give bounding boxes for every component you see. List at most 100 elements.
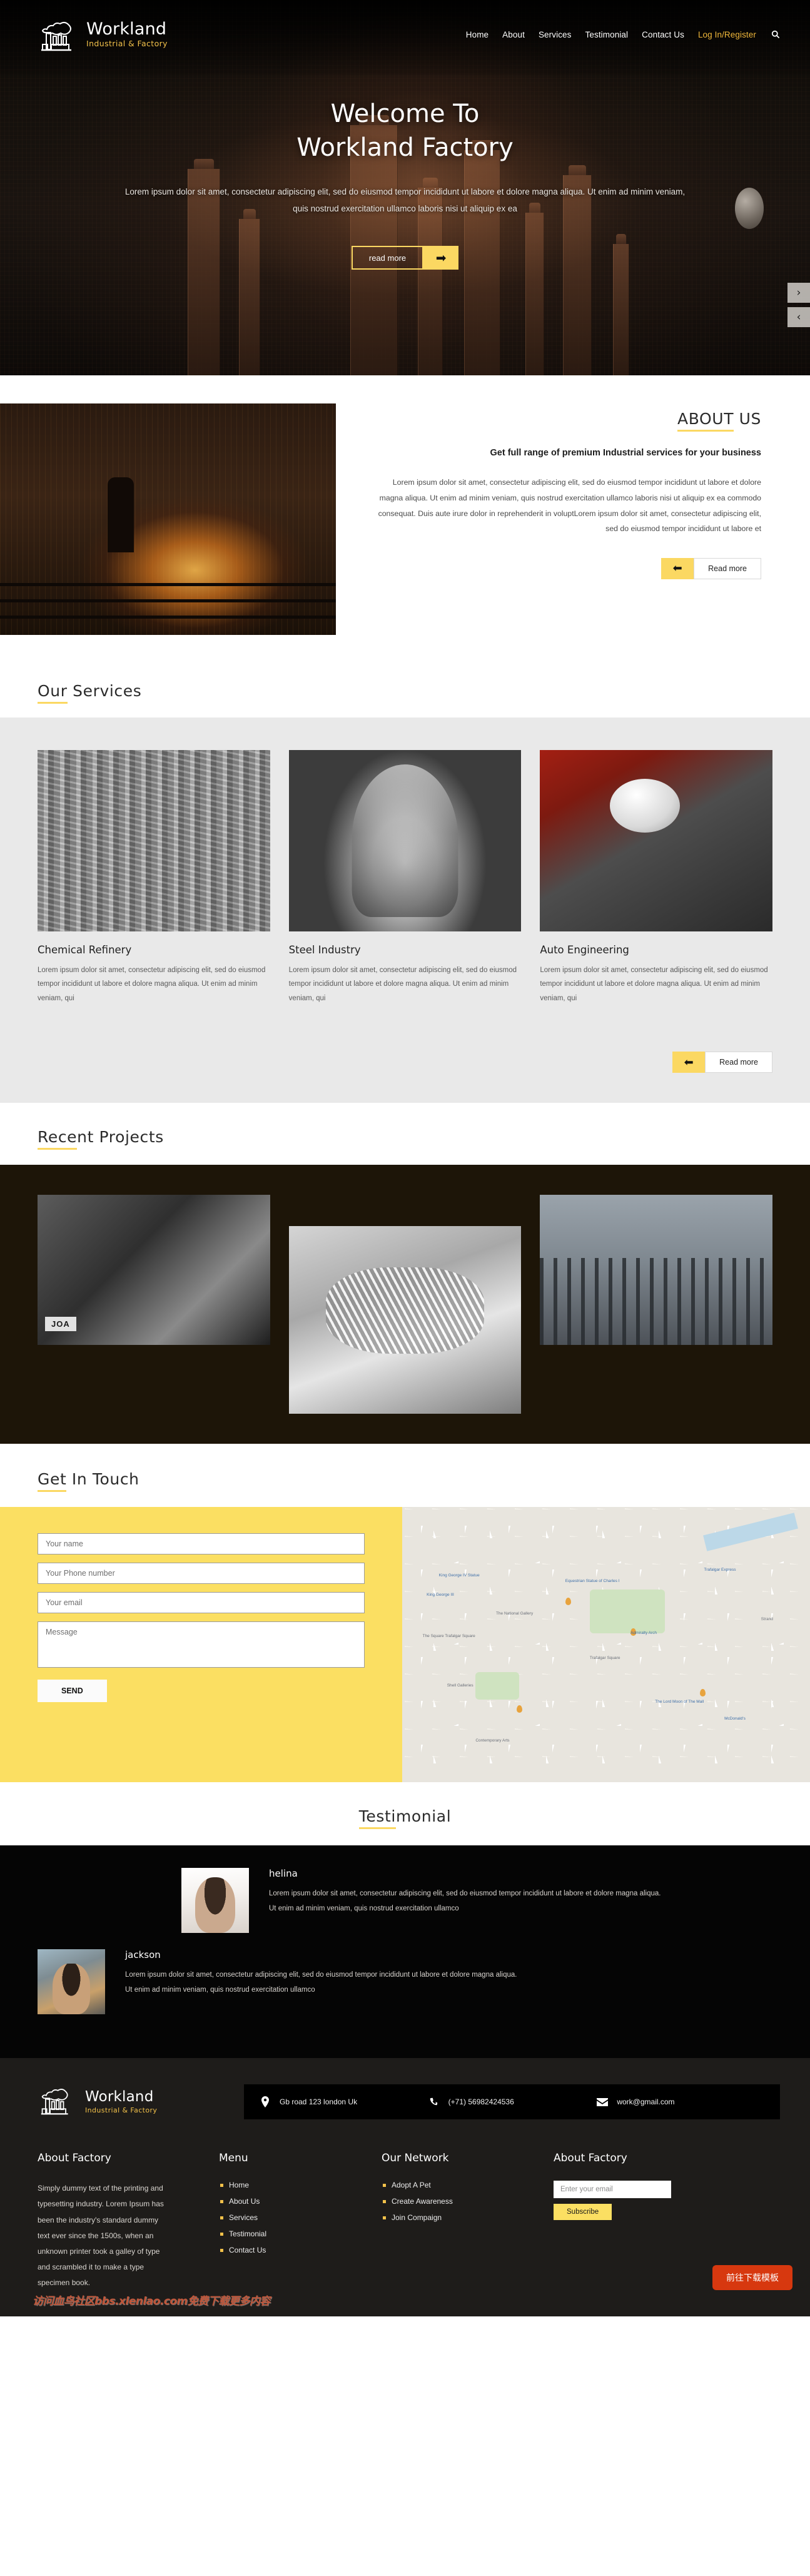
- map-label: The Square Trafalgar Square: [422, 1633, 475, 1638]
- about-image: [0, 403, 336, 635]
- footer-logo[interactable]: Workland Industrial & Factory: [38, 2084, 244, 2119]
- services-heading-rest: Services: [67, 682, 142, 700]
- map-label: Admiralty Arch: [630, 1631, 657, 1636]
- about-text-block: ABOUT US Get full range of premium Indus…: [336, 403, 810, 579]
- service-card[interactable]: Auto Engineering Lorem ipsum dolor sit a…: [540, 750, 773, 1005]
- map-label: Trafalgar Square: [589, 1655, 620, 1660]
- footer-network-item-adopt-a-pet[interactable]: Adopt A Pet: [383, 2181, 554, 2189]
- footer-menu-item-services[interactable]: Services: [220, 2213, 382, 2222]
- hero-read-more-button[interactable]: read more ➡: [351, 246, 459, 270]
- services-cta-row: ⬅ Read more: [38, 1030, 772, 1073]
- send-button[interactable]: SEND: [38, 1680, 107, 1703]
- nav-item-services[interactable]: Services: [539, 30, 572, 39]
- top-navigation-bar: Workland Industrial & Factory Home About…: [0, 0, 810, 69]
- factory-icon: [38, 17, 78, 52]
- arrow-right-icon: ➡: [423, 246, 459, 270]
- map-label: Equestrian Statue of Charles I: [565, 1578, 620, 1583]
- testimonial-author: helina: [269, 1868, 298, 1880]
- main-nav: Home About Services Testimonial Contact …: [466, 30, 780, 39]
- map-park: [589, 1590, 665, 1634]
- contact-heading-underlined: Get: [38, 1470, 67, 1493]
- projects-heading-underlined: Rece: [38, 1128, 78, 1150]
- projects-heading-rest: nt Projects: [77, 1128, 164, 1147]
- service-card[interactable]: Steel Industry Lorem ipsum dolor sit ame…: [288, 750, 522, 1005]
- testimonial-section: helina Lorem ipsum dolor sit amet, conse…: [0, 1845, 810, 2059]
- testimonial-text: Lorem ipsum dolor sit amet, consectetur …: [269, 1890, 661, 1912]
- nav-item-testimonial[interactable]: Testimonial: [585, 30, 629, 39]
- contact-email: work@gmail.com: [596, 2095, 765, 2109]
- download-template-badge[interactable]: 前往下载模板: [712, 2264, 792, 2290]
- contact-phone-value: (+71) 56982424536: [448, 2097, 514, 2107]
- email-input[interactable]: [38, 1592, 365, 1614]
- contact-heading-wrap: Get In Touch: [0, 1444, 810, 1508]
- map-label: Contemporary Arts: [475, 1738, 510, 1743]
- map-label: The Lord Moon of The Mall: [655, 1700, 704, 1705]
- about-lead-text: Get full range of premium Industrial ser…: [490, 448, 762, 458]
- services-grid: Chemical Refinery Lorem ipsum dolor sit …: [38, 750, 773, 1005]
- contact-email-value: work@gmail.com: [617, 2097, 675, 2107]
- project-thumbnail-refinery[interactable]: [540, 1195, 773, 1346]
- logo-tagline: Industrial & Factory: [86, 39, 168, 49]
- contact-heading-rest: In Touch: [66, 1470, 139, 1489]
- map-label: Trafalgar Express: [704, 1568, 736, 1573]
- footer-newsletter-title: About Factory: [554, 2152, 627, 2165]
- slider-prev-button[interactable]: ‹: [787, 307, 810, 327]
- service-image-steel-industry: [288, 750, 522, 931]
- contact-heading: Get In Touch: [38, 1470, 139, 1493]
- newsletter-email-input[interactable]: [554, 2181, 671, 2199]
- logo-title: Workland: [86, 19, 167, 39]
- services-read-more-button[interactable]: ⬅ Read more: [672, 1052, 772, 1073]
- testimonial-item: helina Lorem ipsum dolor sit amet, conse…: [38, 1868, 772, 1934]
- site-logo[interactable]: Workland Industrial & Factory: [38, 17, 168, 52]
- phone-input[interactable]: [38, 1563, 365, 1585]
- testimonial-author: jackson: [125, 1949, 161, 1961]
- testimonial-text: Lorem ipsum dolor sit amet, consectetur …: [125, 1971, 517, 1994]
- slider-next-button[interactable]: ›: [787, 283, 810, 303]
- testimonial-heading: Testimonial: [358, 1807, 452, 1830]
- footer-network-item-join-compaign[interactable]: Join Compaign: [383, 2213, 554, 2222]
- about-heading-rest: US: [734, 410, 761, 428]
- footer-logo-tagline: Industrial & Factory: [85, 2106, 158, 2115]
- project-thumbnail-engine[interactable]: [38, 1195, 270, 1346]
- about-body-text: Lorem ipsum dolor sit amet, consectetur …: [378, 478, 761, 534]
- projects-section: [0, 1165, 810, 1444]
- hero-title: Welcome To Workland Factory: [0, 97, 810, 165]
- hero-slider-controls: › ‹: [787, 283, 810, 332]
- phone-icon: [428, 2095, 440, 2109]
- nav-item-home[interactable]: Home: [466, 30, 489, 39]
- nav-item-login-register[interactable]: Log In/Register: [698, 30, 756, 39]
- about-read-more-button[interactable]: ⬅ Read more: [661, 557, 761, 579]
- subscribe-button[interactable]: Subscribe: [554, 2204, 612, 2221]
- hero-read-more-label: read more: [351, 246, 424, 270]
- footer-network-title: Our Network: [382, 2152, 449, 2165]
- service-title: Steel Industry: [288, 944, 361, 956]
- testimonial-heading-rest: monial: [395, 1807, 452, 1826]
- name-input[interactable]: [38, 1533, 365, 1555]
- footer-menu-item-home[interactable]: Home: [220, 2181, 382, 2189]
- watermark-text: 访问血鸟社区bbs.xlenlao.com免费下载更多内容: [33, 2295, 270, 2308]
- hero-title-line1: Welcome To: [330, 99, 480, 128]
- about-read-more-label: Read more: [694, 557, 761, 579]
- location-pin-icon: [259, 2095, 271, 2109]
- map-pin: [699, 1688, 706, 1696]
- footer-network-item-create-awareness[interactable]: Create Awareness: [383, 2197, 554, 2206]
- project-thumbnail-wire[interactable]: [288, 1226, 522, 1414]
- nav-item-contact-us[interactable]: Contact Us: [642, 30, 684, 39]
- location-map[interactable]: King George IV Statue King George III Th…: [402, 1507, 810, 1783]
- nav-item-about[interactable]: About: [502, 30, 525, 39]
- footer-menu-item-contact-us[interactable]: Contact Us: [220, 2246, 382, 2254]
- services-heading-underlined: Our: [38, 682, 68, 704]
- footer-about-title: About Factory: [38, 2152, 111, 2165]
- search-icon[interactable]: [771, 30, 780, 39]
- about-heading: ABOUT US: [677, 410, 761, 432]
- footer-menu-list: Home About Us Services Testimonial Conta…: [219, 2181, 382, 2254]
- service-card[interactable]: Chemical Refinery Lorem ipsum dolor sit …: [38, 750, 270, 1005]
- footer-menu-item-about-us[interactable]: About Us: [220, 2197, 382, 2206]
- projects-heading-wrap: Recent Projects: [0, 1103, 810, 1165]
- envelope-icon: [596, 2095, 609, 2109]
- footer-network-list: Adopt A Pet Create Awareness Join Compai…: [382, 2181, 554, 2222]
- footer-about-column: About Factory Simply dummy text of the p…: [38, 2152, 219, 2291]
- services-heading: Our Services: [38, 682, 142, 704]
- footer-menu-item-testimonial[interactable]: Testimonial: [220, 2229, 382, 2238]
- message-textarea[interactable]: [38, 1621, 365, 1668]
